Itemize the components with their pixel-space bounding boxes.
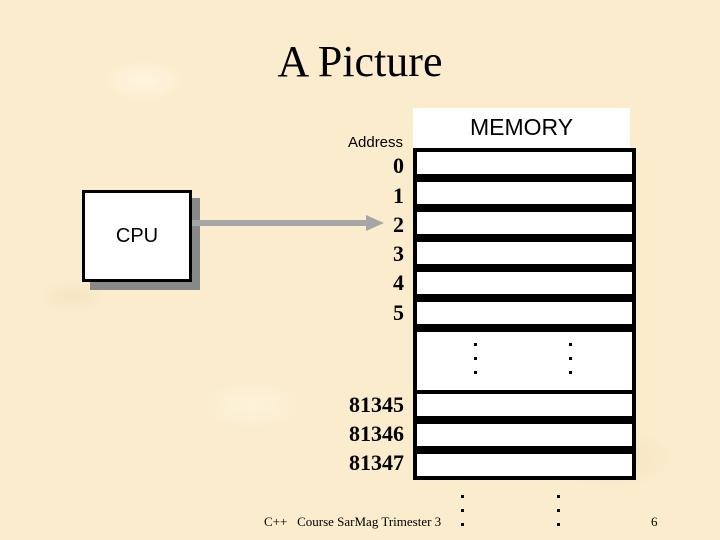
address-label: Address xyxy=(348,134,404,151)
memory-cell-4 xyxy=(413,268,636,298)
ellipsis-dots-right xyxy=(569,343,573,385)
memory-header: MEMORY xyxy=(413,108,630,148)
slide-footer: C++ Course SarMag Trimester 3 xyxy=(264,514,442,529)
memory-cell-5 xyxy=(413,298,636,328)
address-1: 1 xyxy=(393,183,404,208)
address-3: 3 xyxy=(393,241,404,266)
memory-cell-3 xyxy=(413,238,636,268)
ellipsis-dots-bottom-left xyxy=(461,495,465,537)
memory-cell-81346 xyxy=(413,420,636,450)
address-4: 4 xyxy=(393,270,404,295)
memory-cell-2 xyxy=(413,208,636,238)
slide-title: A Picture xyxy=(277,37,443,86)
memory-cell-81345 xyxy=(413,390,636,420)
page-number: 6 xyxy=(651,514,658,529)
memory-cell-81347 xyxy=(413,450,636,480)
address-81346: 81346 xyxy=(349,421,404,446)
address-81345: 81345 xyxy=(349,392,404,417)
cpu-box: CPU xyxy=(82,190,192,282)
ellipsis-dots-bottom-right xyxy=(557,495,561,537)
memory-cell-1 xyxy=(413,178,636,208)
arrow-head-icon xyxy=(366,215,384,231)
address-81347: 81347 xyxy=(349,450,404,475)
cpu-to-memory-arrow xyxy=(192,220,368,226)
address-0: 0 xyxy=(393,153,404,178)
memory-cell-0 xyxy=(413,148,636,178)
ellipsis-dots-left xyxy=(474,343,478,385)
memory-cell-gap xyxy=(413,328,636,394)
address-5: 5 xyxy=(393,300,404,325)
